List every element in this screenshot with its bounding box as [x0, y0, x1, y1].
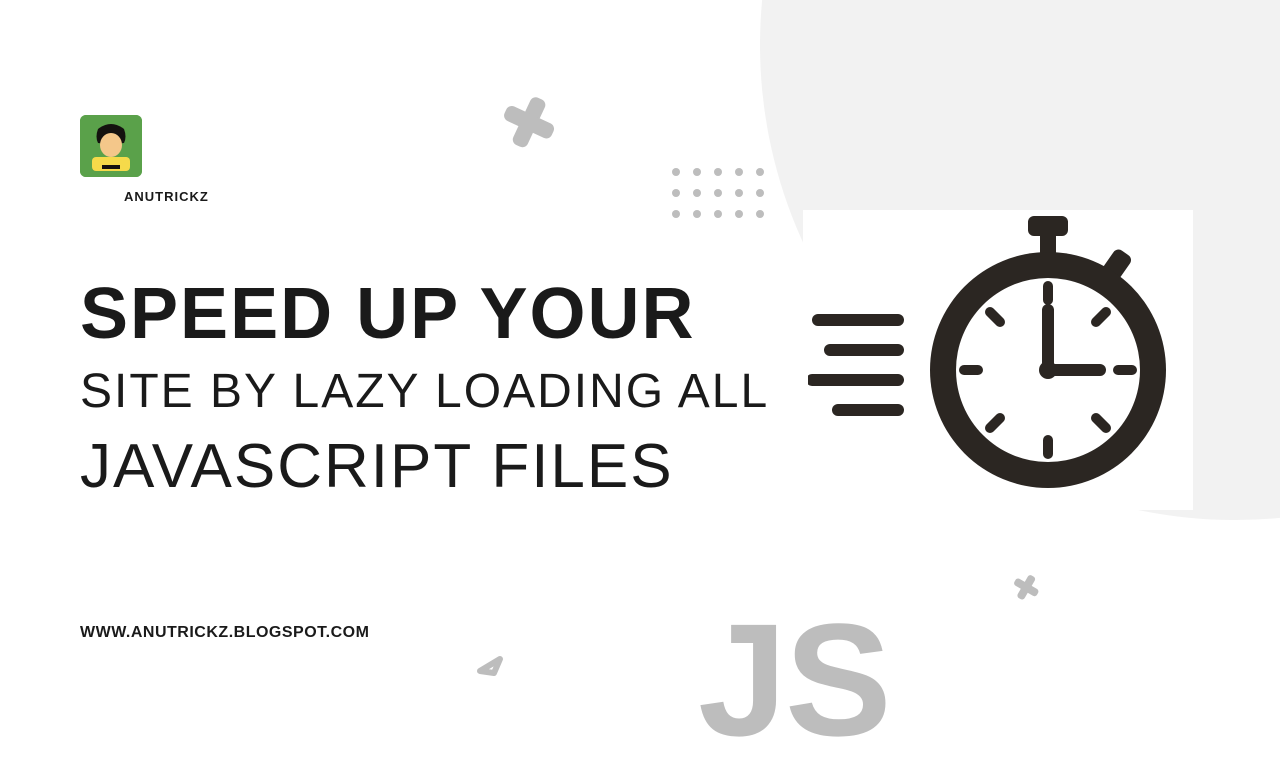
- js-label: JS: [698, 600, 890, 760]
- plus-icon: [487, 82, 569, 166]
- plus-icon-small: [1003, 567, 1046, 612]
- headline: SPEED UP YOUR SITE BY LAZY LOADING ALL J…: [80, 278, 769, 498]
- site-url: WWW.ANUTRICKZ.BLOGSPOT.COM: [80, 624, 369, 642]
- author-name: ANUTRICKZ: [124, 189, 209, 204]
- headline-line-1: SPEED UP YOUR: [80, 278, 769, 350]
- stopwatch-icon: [808, 210, 1188, 510]
- stopwatch-panel: [803, 210, 1193, 510]
- author-avatar: [80, 115, 142, 177]
- author-block: ANUTRICKZ: [80, 115, 209, 204]
- headline-line-3: JAVASCRIPT FILES: [80, 436, 769, 498]
- dot-grid-decoration: [672, 168, 764, 218]
- triangle-icon: [474, 645, 506, 682]
- headline-line-2: SITE BY LAZY LOADING ALL: [80, 368, 769, 416]
